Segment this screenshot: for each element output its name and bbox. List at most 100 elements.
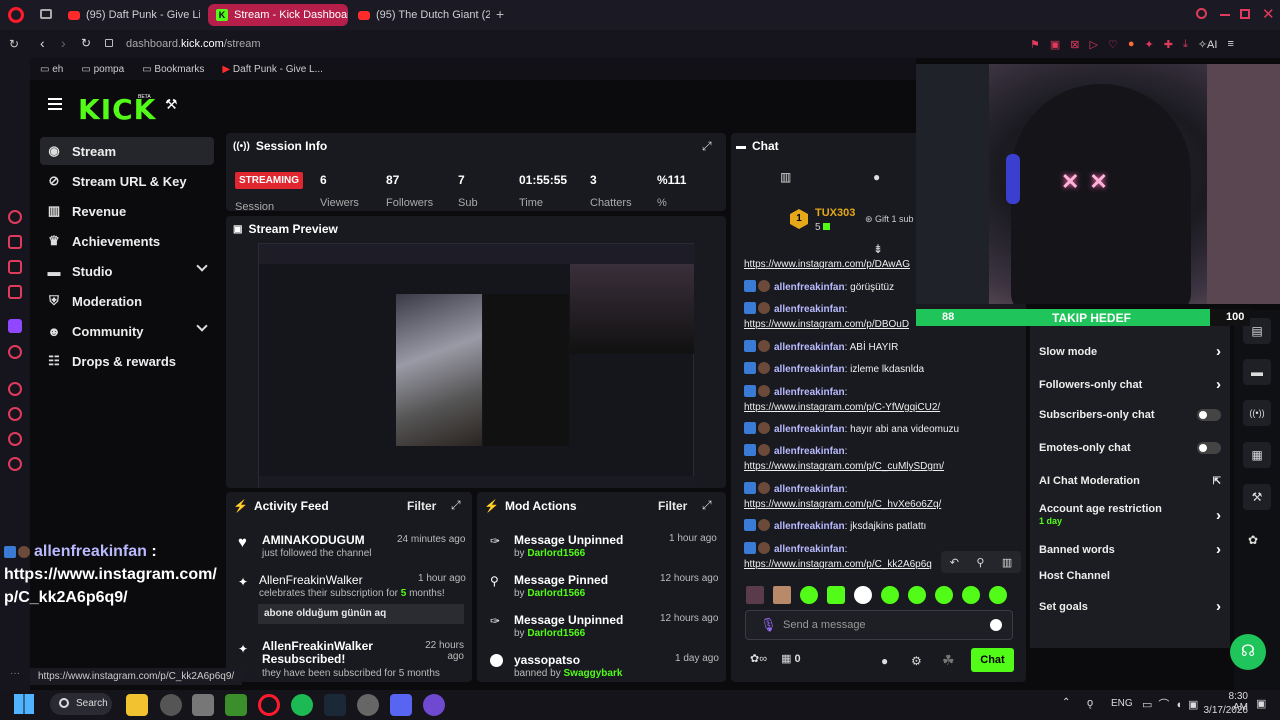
scroll-top-icon[interactable]: ⇟ bbox=[873, 242, 883, 256]
nav-community[interactable]: ☻ Community bbox=[40, 317, 214, 345]
chat-message[interactable]: allenfreakinfan: https://www.instagram.c… bbox=[744, 444, 1014, 474]
windows-start-icon[interactable] bbox=[14, 694, 34, 714]
block-icon[interactable]: ⊠ bbox=[1070, 38, 1079, 51]
emote-icon[interactable] bbox=[800, 586, 818, 604]
search-icon[interactable] bbox=[1196, 8, 1207, 19]
chat-bubble-icon[interactable]: ● bbox=[873, 170, 880, 184]
tray-icons[interactable]: ▭⌒◖▣ bbox=[1142, 696, 1204, 712]
steam-icon[interactable] bbox=[324, 694, 346, 716]
chat-icon[interactable]: ▬ bbox=[1243, 359, 1271, 385]
hammer-icon[interactable]: ⚒ bbox=[165, 96, 178, 113]
emote-icon[interactable] bbox=[827, 586, 845, 604]
menu-icon[interactable]: ≡ bbox=[1227, 38, 1233, 51]
setting-emotes-only-chat[interactable]: Emotes-only chat bbox=[1039, 442, 1221, 454]
chat-message[interactable]: allenfreakinfan: izleme lkdasnlda bbox=[744, 362, 1014, 377]
settings-icon[interactable] bbox=[8, 457, 22, 471]
emote-icon[interactable] bbox=[746, 586, 764, 604]
store-icon[interactable]: ▦ 0 bbox=[781, 652, 801, 665]
bookmark-eh[interactable]: ▭ eh bbox=[40, 64, 63, 75]
chat-username[interactable]: allenfreakinfan bbox=[774, 424, 845, 435]
chat-username[interactable]: allenfreakinfan bbox=[774, 342, 845, 353]
expand-icon[interactable]: ⤢ bbox=[451, 498, 461, 513]
setting-slow-mode[interactable]: Slow mode › bbox=[1039, 343, 1221, 360]
setting-subscribers-only-chat[interactable]: Subscribers-only chat bbox=[1039, 409, 1221, 421]
pin-icon[interactable]: ⚑ bbox=[1030, 38, 1040, 51]
setting-set-goals[interactable]: Set goals › bbox=[1039, 598, 1221, 615]
app-icon[interactable] bbox=[423, 694, 445, 716]
close-icon[interactable]: ✕ bbox=[1262, 5, 1275, 23]
play-icon[interactable]: ▷ bbox=[1090, 38, 1098, 51]
settings-app-icon[interactable] bbox=[160, 694, 182, 716]
community-icon[interactable]: ✿ bbox=[1248, 533, 1258, 547]
setting-host-channel[interactable]: Host Channel bbox=[1039, 570, 1221, 582]
stream-preview-video[interactable] bbox=[258, 243, 695, 488]
wrench-icon[interactable]: ⚒ bbox=[1243, 484, 1271, 510]
emoji-icon[interactable] bbox=[990, 619, 1002, 631]
discord-icon[interactable] bbox=[390, 694, 412, 716]
delete-icon[interactable]: ▥ bbox=[1002, 556, 1012, 569]
language-indicator[interactable]: ENG bbox=[1111, 698, 1133, 709]
nav-moderation[interactable]: ⛨ Moderation bbox=[40, 287, 214, 315]
more-icon[interactable]: ··· bbox=[10, 668, 20, 679]
chat-message[interactable]: allenfreakinfan: jksdajkins patlattı bbox=[744, 519, 1014, 534]
tray-chevron-icon[interactable]: ⌃ bbox=[1062, 697, 1070, 708]
toggle-switch[interactable] bbox=[1197, 442, 1221, 454]
app-icon[interactable] bbox=[8, 345, 22, 359]
chat-username[interactable]: allenfreakinfan bbox=[774, 304, 845, 315]
bookmark-daft-punk[interactable]: ▶ Daft Punk - Give L... bbox=[222, 64, 323, 75]
toggle-switch[interactable] bbox=[1197, 409, 1221, 421]
setting-followers-only-chat[interactable]: Followers-only chat › bbox=[1039, 376, 1221, 393]
activity-filter-button[interactable]: Filter bbox=[407, 499, 436, 513]
mic-icon[interactable]: 🎙︎ bbox=[760, 617, 777, 633]
file-explorer-icon[interactable] bbox=[126, 694, 148, 716]
expand-icon[interactable]: ⤢ bbox=[702, 498, 712, 513]
hamburger-icon[interactable] bbox=[48, 98, 62, 110]
send-chat-button[interactable]: Chat bbox=[971, 648, 1014, 672]
maximize-icon[interactable] bbox=[1240, 9, 1250, 19]
mic-icon[interactable]: ǫ bbox=[1087, 697, 1093, 709]
tab-dutch-giant[interactable]: (95) The Dutch Giant (2.1 bbox=[350, 4, 490, 26]
emote-icon[interactable] bbox=[854, 586, 872, 604]
extensions-icon[interactable] bbox=[8, 432, 22, 446]
chat-input-box[interactable]: 🎙︎ Send a message bbox=[745, 610, 1013, 640]
twitch-icon[interactable] bbox=[8, 319, 22, 333]
aria-icon[interactable]: ✧AI bbox=[1198, 38, 1218, 51]
chat-bubble-icon[interactable]: ● bbox=[881, 654, 888, 668]
nav-studio[interactable]: ▬ Studio bbox=[40, 257, 214, 285]
emote-icon[interactable] bbox=[908, 586, 926, 604]
history-icon[interactable] bbox=[8, 407, 22, 421]
chat-message[interactable]: allenfreakinfan: ABİ HAYIR bbox=[744, 340, 1014, 355]
forward-icon[interactable]: › bbox=[61, 35, 66, 51]
bookmark-folder[interactable]: ▭ Bookmarks bbox=[142, 64, 204, 75]
puzzle-icon[interactable]: ✚ bbox=[1164, 38, 1173, 51]
nav-stream[interactable]: ◉ Stream bbox=[40, 137, 214, 165]
pin-icon[interactable]: ⚲ bbox=[976, 556, 984, 569]
fire-icon[interactable]: ● bbox=[1128, 38, 1135, 51]
heart-icon[interactable]: ♡ bbox=[1108, 38, 1118, 51]
chat-username[interactable]: allenfreakinfan bbox=[774, 282, 845, 293]
chat-username[interactable]: allenfreakinfan bbox=[774, 387, 845, 398]
emote-icon[interactable] bbox=[881, 586, 899, 604]
setting-account-age-restriction[interactable]: Account age restriction 1 day › bbox=[1039, 503, 1221, 527]
trash-icon[interactable]: ▥ bbox=[780, 170, 791, 184]
tab-menu-icon[interactable] bbox=[40, 9, 52, 19]
gifter-name[interactable]: TUX303 bbox=[815, 207, 855, 219]
emote-icon[interactable] bbox=[935, 586, 953, 604]
spotify-icon[interactable] bbox=[291, 694, 313, 716]
tab-kick-dashboard[interactable]: K Stream - Kick Dashboard bbox=[208, 4, 348, 26]
expand-icon[interactable]: ⤢ bbox=[702, 139, 712, 154]
snapshot-icon[interactable]: ▣ bbox=[1050, 38, 1060, 51]
taskbar-search[interactable]: Search bbox=[50, 693, 112, 715]
new-tab-button[interactable]: + bbox=[496, 6, 504, 22]
chat-username[interactable]: allenfreakinfan bbox=[774, 364, 845, 375]
reply-icon[interactable]: ↶ bbox=[950, 556, 959, 569]
shopping-icon[interactable] bbox=[8, 235, 22, 249]
chat-username[interactable]: allenfreakinfan bbox=[774, 544, 845, 555]
wallet-icon[interactable] bbox=[8, 260, 22, 274]
mod-filter-button[interactable]: Filter bbox=[658, 499, 687, 513]
gear-icon[interactable]: ⚙ bbox=[911, 654, 922, 668]
chat-input[interactable]: Send a message bbox=[783, 619, 866, 631]
setting-ai-chat-moderation[interactable]: AI Chat Moderation ⇱ bbox=[1039, 475, 1221, 487]
url-field[interactable]: dashboard.kick.com/stream bbox=[126, 38, 261, 50]
ai-icon[interactable] bbox=[8, 210, 22, 224]
